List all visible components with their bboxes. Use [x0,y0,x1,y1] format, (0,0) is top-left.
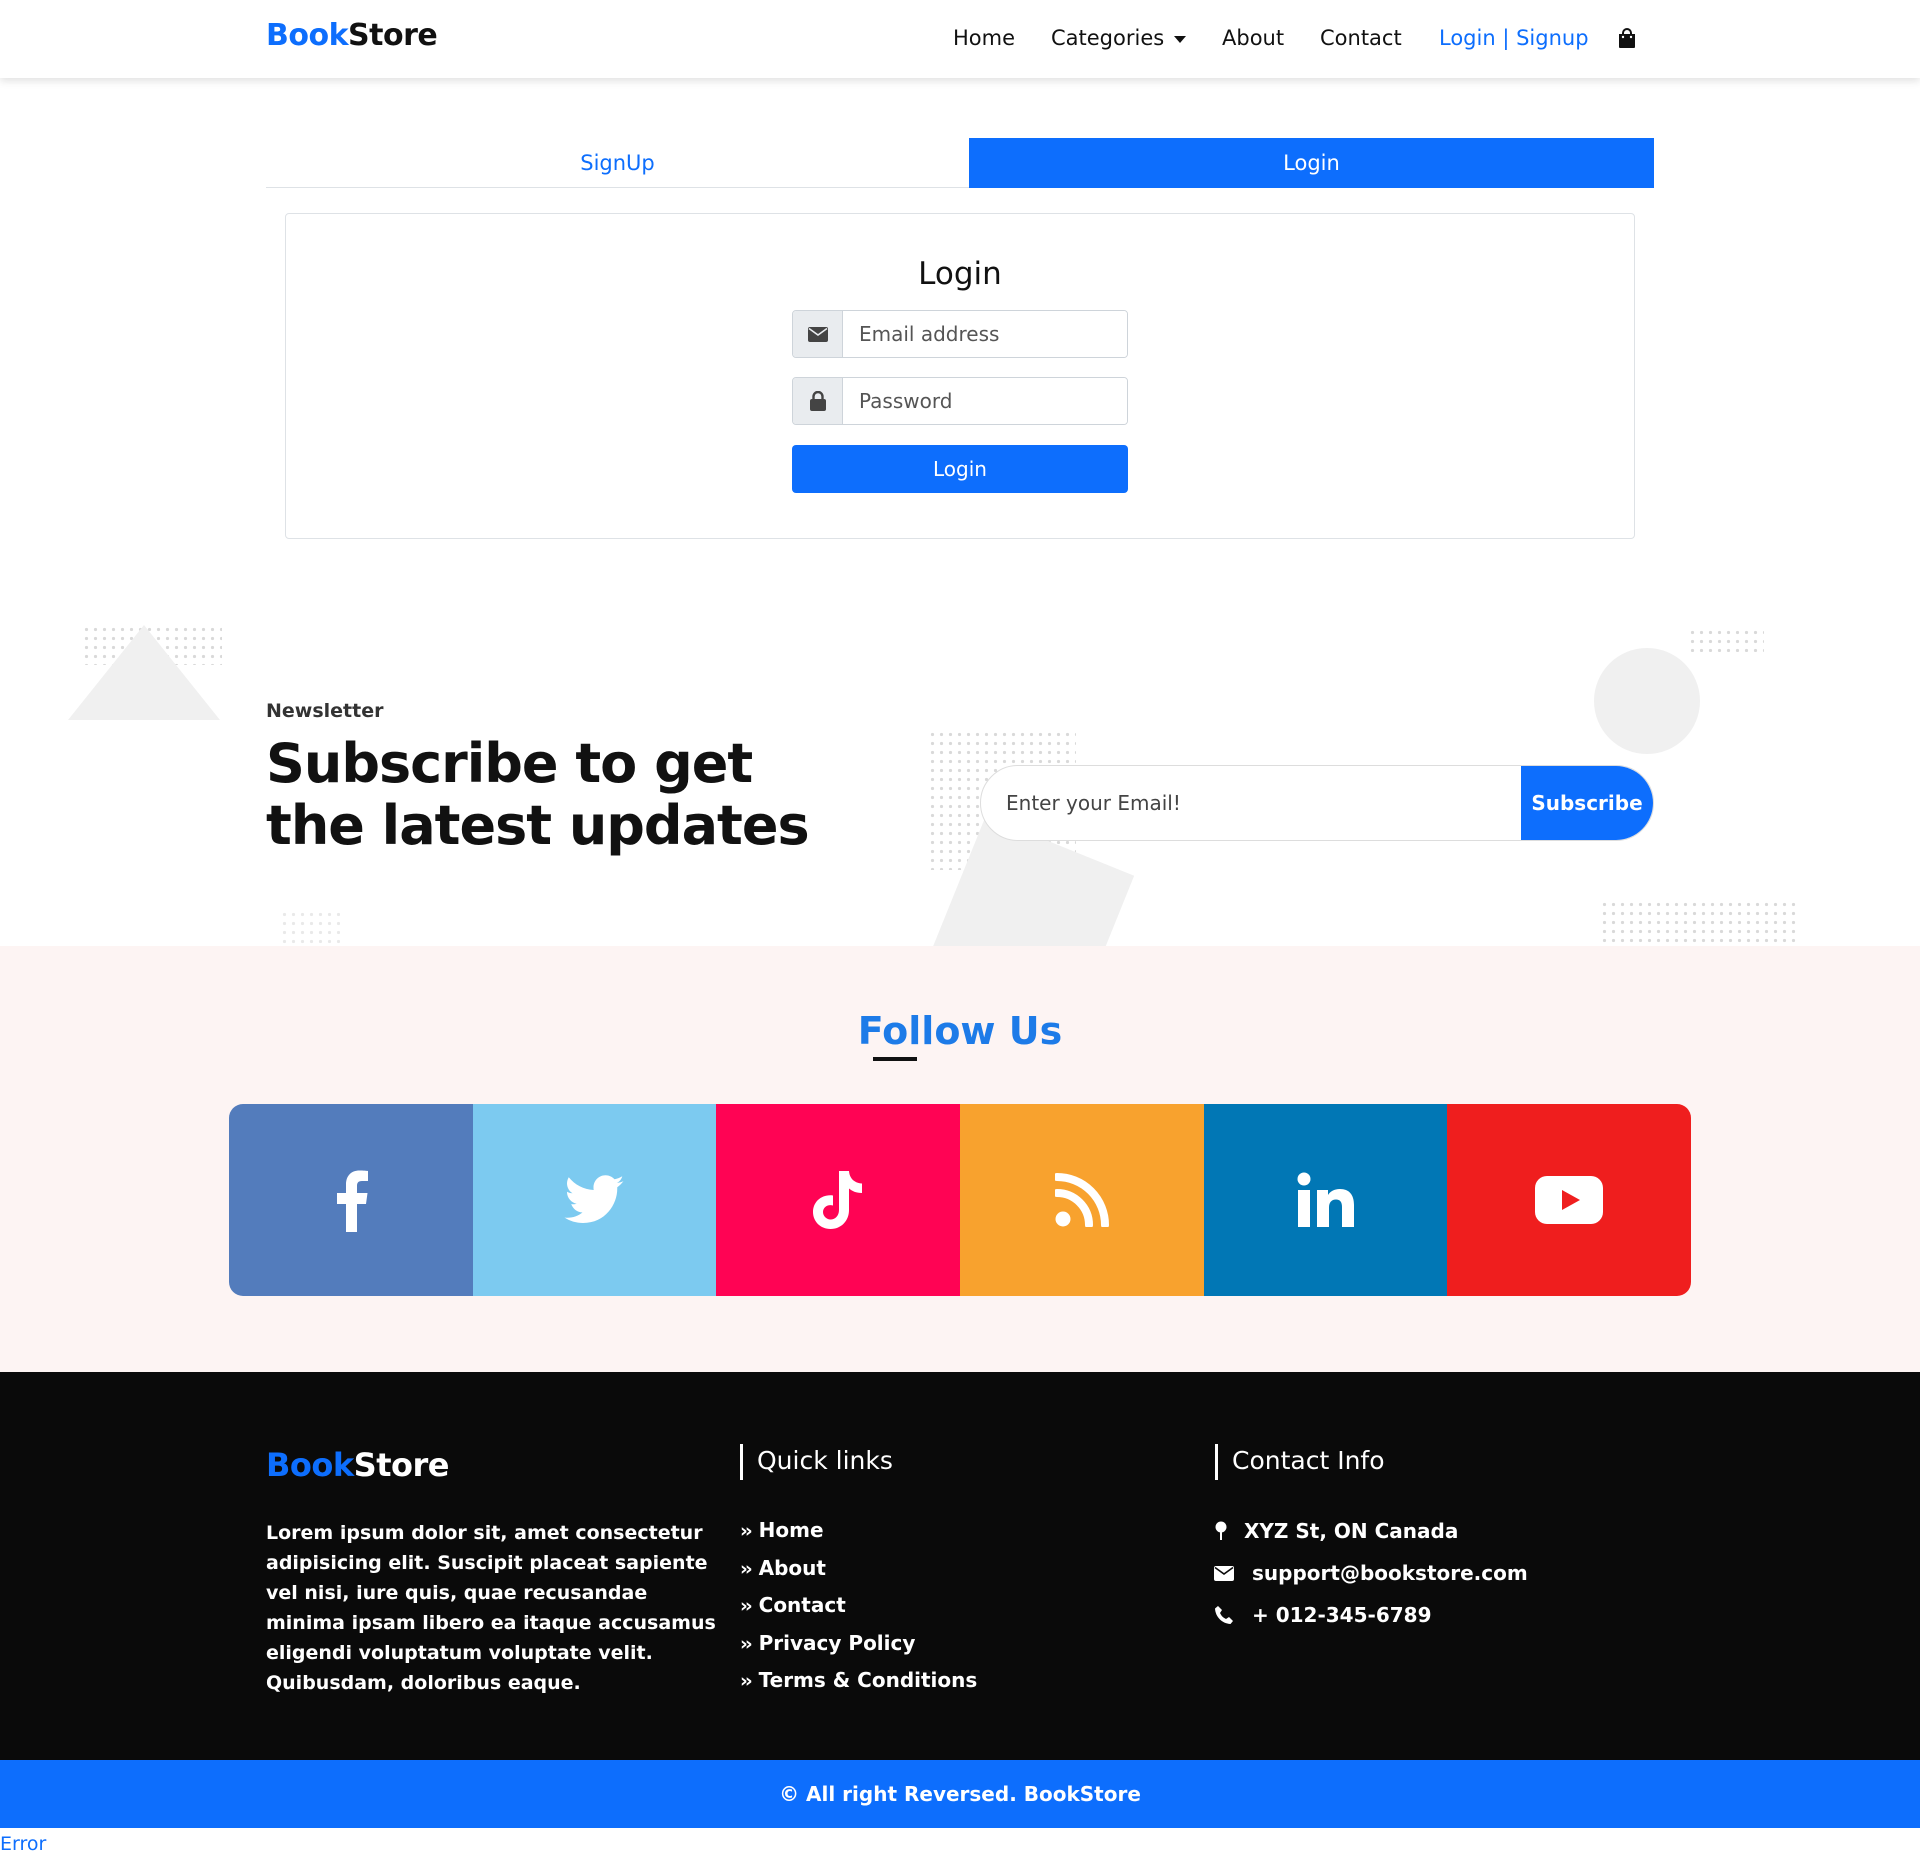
password-field[interactable] [843,378,1127,424]
twitter-link[interactable] [472,1104,717,1296]
footer-link-about[interactable]: ›› About [740,1552,977,1590]
crosses-decoration [1600,900,1796,946]
password-addon [793,378,843,424]
envelope-icon [1214,1565,1252,1581]
nav-home[interactable]: Home [953,26,1015,50]
newsletter-section: Newsletter Subscribe to get the latest u… [0,600,1920,946]
footer-link-label: About [758,1555,826,1580]
subscribe-button[interactable]: Subscribe [1521,766,1653,840]
contact-phone: + 012-345-6789 [1214,1594,1528,1636]
dots-decoration [1688,628,1764,652]
envelope-icon [807,326,828,342]
email-addon [793,311,843,357]
footer-link-label: Privacy Policy [758,1630,916,1655]
social-links [229,1104,1691,1296]
quick-links-list: ›› Home ›› About ›› Contact ›› Privacy P… [740,1514,977,1702]
footer-link-label: Home [758,1518,824,1542]
tiktok-icon [813,1171,863,1229]
footer-link-home[interactable]: ›› Home [740,1514,977,1552]
rss-link[interactable] [960,1104,1204,1296]
contact-email-text[interactable]: support@bookstore.com [1252,1561,1528,1585]
footer-about-text: Lorem ipsum dolor sit, amet consectetur … [266,1522,716,1694]
contact-info-list: XYZ St, ON Canada support@bookstore.com … [1214,1510,1528,1636]
tab-login[interactable]: Login [969,138,1654,188]
double-chevron-icon: ›› [740,1557,753,1580]
follow-title: Follow Us [857,1009,1063,1053]
facebook-link[interactable] [229,1104,473,1296]
contact-phone-text[interactable]: + 012-345-6789 [1252,1603,1431,1627]
footer-brand-part-1: Book [266,1446,354,1484]
nav-contact[interactable]: Contact [1320,26,1402,50]
double-chevron-icon: ›› [740,1520,753,1542]
triangle-decoration [68,625,220,720]
linkedin-icon [1297,1172,1354,1227]
contact-info-title: Contact Info [1215,1444,1385,1480]
nav-categories[interactable]: Categories [1051,26,1187,50]
follow-section: Follow Us [0,946,1920,1372]
linkedin-link[interactable] [1203,1104,1448,1296]
circle-decoration [1594,648,1700,754]
newsletter-label: Newsletter [266,700,384,722]
password-input-group [792,377,1128,425]
contact-email: support@bookstore.com [1214,1552,1528,1594]
login-submit-button[interactable]: Login [792,445,1128,493]
shopping-bag-icon[interactable] [1618,28,1636,48]
brand-logo[interactable]: BookStore [266,18,438,53]
double-chevron-icon: ›› [740,1632,753,1655]
youtube-icon [1535,1176,1604,1224]
newsletter-email-input[interactable] [981,766,1524,840]
caret-down-icon [1174,35,1187,43]
footer-brand[interactable]: BookStore [266,1446,449,1484]
contact-address-text: XYZ St, ON Canada [1244,1519,1459,1543]
facebook-icon [336,1170,368,1232]
twitter-icon [564,1175,624,1223]
footer-link-label: Contact [758,1593,846,1617]
footer-link-label: Terms & Conditions [758,1668,978,1692]
login-title: Login [918,256,1002,292]
quick-links-title: Quick links [740,1444,893,1480]
dots-decoration [280,910,340,946]
youtube-link[interactable] [1447,1104,1691,1296]
brand-part-1: Book [266,18,349,53]
nav-categories-label: Categories [1051,26,1165,50]
brand-part-2: Store [348,18,438,53]
email-field[interactable] [843,311,1127,357]
footer-link-privacy[interactable]: ›› Privacy Policy [740,1627,977,1665]
footer-brand-part-2: Store [353,1446,450,1484]
tiktok-link[interactable] [716,1104,961,1296]
double-chevron-icon: ›› [740,1670,753,1692]
title-underline [873,1057,917,1061]
newsletter-heading: Subscribe to get the latest updates [266,732,810,857]
footer: BookStore Lorem ipsum dolor sit, amet co… [0,1372,1920,1760]
rss-icon [1054,1173,1109,1227]
footer-link-contact[interactable]: ›› Contact [740,1589,977,1627]
error-text: Error [0,1833,47,1855]
double-chevron-icon: ›› [740,1595,753,1617]
tab-signup[interactable]: SignUp [266,138,969,188]
newsletter-form: Subscribe [980,765,1654,841]
copyright-bar: © All right Reversed. BookStore [0,1760,1920,1828]
email-input-group [792,310,1128,358]
nav-about[interactable]: About [1222,26,1284,50]
navbar: BookStore Home Categories About Contact … [0,0,1920,78]
phone-icon [1214,1605,1252,1625]
contact-address: XYZ St, ON Canada [1214,1510,1528,1552]
map-pin-icon [1214,1521,1244,1541]
auth-tabs: SignUp Login [266,138,1654,188]
login-card: Login Login [285,213,1635,539]
lock-icon [809,391,826,411]
footer-link-terms[interactable]: ›› Terms & Conditions [740,1664,977,1702]
nav-login-signup[interactable]: Login | Signup [1439,26,1589,50]
